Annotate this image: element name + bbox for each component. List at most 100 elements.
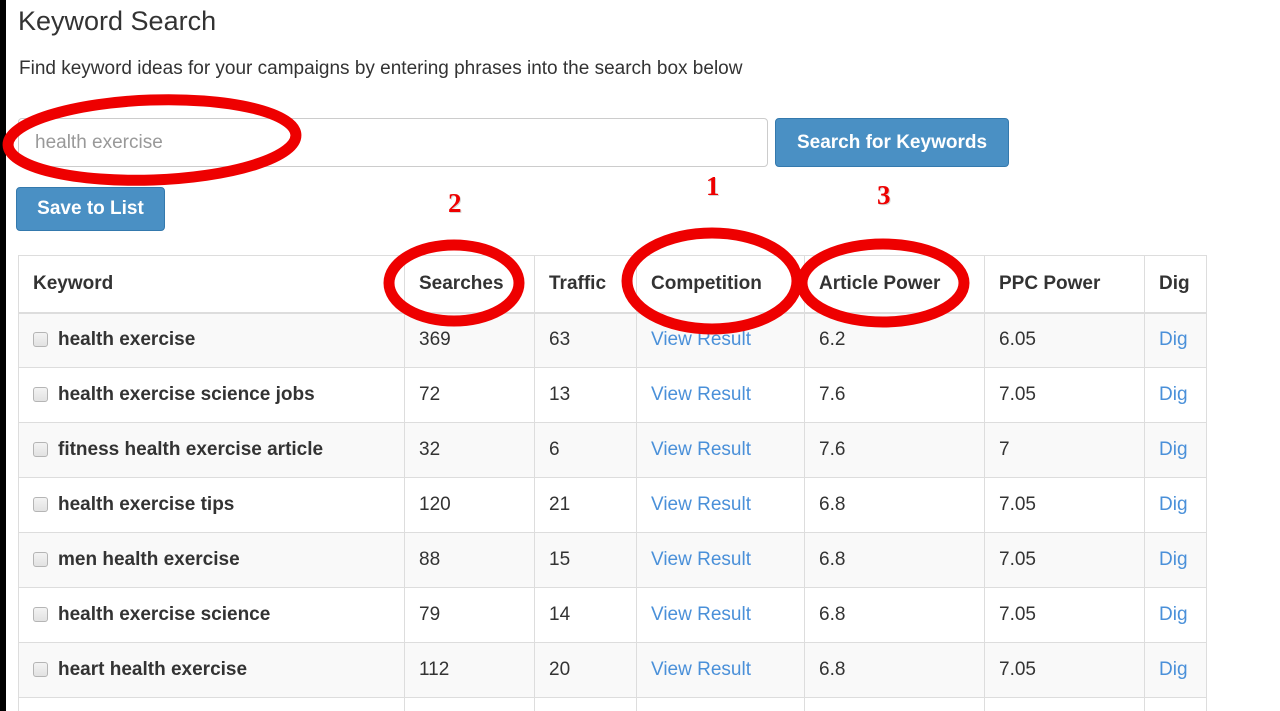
- cell-traffic: 15: [534, 532, 637, 588]
- cell-dig: Dig: [1144, 422, 1207, 478]
- cell-traffic: 14: [534, 587, 637, 643]
- cell-traffic: 63: [534, 312, 637, 368]
- cell-competition: View Result: [636, 532, 805, 588]
- keyword-search-input[interactable]: [18, 118, 768, 167]
- page-title: Keyword Search: [18, 6, 217, 36]
- table-row: health exercise science 79 14 View Result 6.…: [18, 587, 1207, 643]
- cell-ppc-power: 6.05: [984, 312, 1145, 368]
- cell-article-power: 7.6: [804, 367, 985, 423]
- cell-competition: View Result: [636, 367, 805, 423]
- keyword-label: fitness health exercise article: [58, 439, 324, 460]
- keyword-label: health exercise: [58, 329, 196, 351]
- page-content: Keyword Search Find keyword ideas for yo…: [6, 0, 1280, 711]
- dig-link[interactable]: Dig: [1159, 494, 1188, 515]
- dig-link[interactable]: Dig: [1159, 384, 1188, 405]
- column-header-searches[interactable]: Searches: [404, 255, 535, 314]
- keyword-results-table: Keyword Searches Traffic Competition Art…: [18, 255, 1207, 711]
- cell-searches: [404, 697, 535, 711]
- keyword-label: health exercise tips: [58, 494, 235, 515]
- cell-traffic: 20: [534, 642, 637, 698]
- dig-link[interactable]: Dig: [1159, 549, 1188, 570]
- cell-ppc-power: 7.05: [984, 642, 1145, 698]
- cell-dig: [1144, 697, 1207, 711]
- row-checkbox[interactable]: [33, 552, 48, 567]
- cell-traffic: 6: [534, 422, 637, 478]
- view-result-link[interactable]: View Result: [651, 494, 751, 515]
- cell-searches: 369: [404, 312, 535, 368]
- cell-dig: Dig: [1144, 367, 1207, 423]
- table-header-row: Keyword Searches Traffic Competition Art…: [18, 255, 1207, 314]
- row-checkbox[interactable]: [33, 497, 48, 512]
- cell-competition: View Result: [636, 312, 805, 368]
- column-header-traffic[interactable]: Traffic: [534, 255, 637, 314]
- column-header-article-power[interactable]: Article Power: [804, 255, 985, 314]
- cell-competition: [636, 697, 805, 711]
- row-checkbox[interactable]: [33, 442, 48, 457]
- cell-dig: Dig: [1144, 477, 1207, 533]
- table-row: heart health exercise 112 20 View Result 6.8…: [18, 642, 1207, 698]
- cell-dig: Dig: [1144, 587, 1207, 643]
- keyword-label: health exercise science: [58, 604, 271, 625]
- search-for-keywords-button[interactable]: Search for Keywords: [775, 118, 1009, 167]
- table-row: [18, 697, 1207, 711]
- cell-keyword: health exercise science jobs: [18, 367, 405, 423]
- column-header-ppc-power[interactable]: PPC Power: [984, 255, 1145, 314]
- row-checkbox[interactable]: [33, 662, 48, 677]
- row-checkbox[interactable]: [33, 332, 48, 348]
- dig-link[interactable]: Dig: [1159, 329, 1188, 350]
- table-body: health exercise 369 63 View Result 6.2 6.05 Di…: [18, 312, 1207, 711]
- cell-keyword: men health exercise: [18, 532, 405, 588]
- view-result-link[interactable]: View Result: [651, 439, 751, 460]
- row-checkbox[interactable]: [33, 607, 48, 622]
- dig-link[interactable]: Dig: [1159, 659, 1188, 680]
- table-row: fitness health exercise article 32 6 View R…: [18, 422, 1207, 478]
- row-checkbox[interactable]: [33, 387, 48, 402]
- dig-link[interactable]: Dig: [1159, 439, 1188, 460]
- cell-competition: View Result: [636, 587, 805, 643]
- cell-ppc-power: 7.05: [984, 367, 1145, 423]
- cell-competition: View Result: [636, 422, 805, 478]
- left-edge-bar: [0, 0, 6, 711]
- column-header-competition[interactable]: Competition: [636, 255, 805, 314]
- cell-article-power: 6.8: [804, 532, 985, 588]
- save-to-list-button[interactable]: Save to List: [16, 187, 165, 231]
- cell-article-power: 6.8: [804, 587, 985, 643]
- view-result-link[interactable]: View Result: [651, 549, 751, 570]
- cell-article-power: 6.8: [804, 477, 985, 533]
- view-result-link[interactable]: View Result: [651, 659, 751, 680]
- cell-searches: 112: [404, 642, 535, 698]
- cell-ppc-power: 7.05: [984, 477, 1145, 533]
- cell-keyword: [18, 697, 405, 711]
- column-header-dig[interactable]: Dig: [1144, 255, 1207, 314]
- keyword-label: men health exercise: [58, 549, 240, 570]
- cell-traffic: [534, 697, 637, 711]
- cell-keyword: health exercise tips: [18, 477, 405, 533]
- cell-competition: View Result: [636, 477, 805, 533]
- cell-traffic: 21: [534, 477, 637, 533]
- cell-keyword: health exercise: [18, 312, 405, 368]
- cell-ppc-power: 7: [984, 422, 1145, 478]
- column-header-keyword[interactable]: Keyword: [18, 255, 405, 314]
- cell-dig: Dig: [1144, 312, 1207, 368]
- keyword-label: heart health exercise: [58, 659, 248, 680]
- view-result-link[interactable]: View Result: [651, 329, 751, 350]
- keyword-search-page: Keyword Search Find keyword ideas for yo…: [0, 0, 1280, 711]
- cell-article-power: [804, 697, 985, 711]
- cell-keyword: fitness health exercise article: [18, 422, 405, 478]
- table-row: health exercise science jobs 72 13 View Res…: [18, 367, 1207, 423]
- cell-ppc-power: 7.05: [984, 532, 1145, 588]
- cell-dig: Dig: [1144, 642, 1207, 698]
- view-result-link[interactable]: View Result: [651, 384, 751, 405]
- table-row: men health exercise 88 15 View Result 6.8 7.0…: [18, 532, 1207, 588]
- table-row: health exercise 369 63 View Result 6.2 6.05 Di…: [18, 312, 1207, 368]
- cell-competition: View Result: [636, 642, 805, 698]
- table-row: health exercise tips 120 21 View Result 6.8 7…: [18, 477, 1207, 533]
- cell-article-power: 7.6: [804, 422, 985, 478]
- keyword-label: health exercise science jobs: [58, 384, 315, 405]
- cell-ppc-power: 7.05: [984, 587, 1145, 643]
- view-result-link[interactable]: View Result: [651, 604, 751, 625]
- dig-link[interactable]: Dig: [1159, 604, 1188, 625]
- cell-keyword: health exercise science: [18, 587, 405, 643]
- cell-article-power: 6.8: [804, 642, 985, 698]
- cell-article-power: 6.2: [804, 312, 985, 368]
